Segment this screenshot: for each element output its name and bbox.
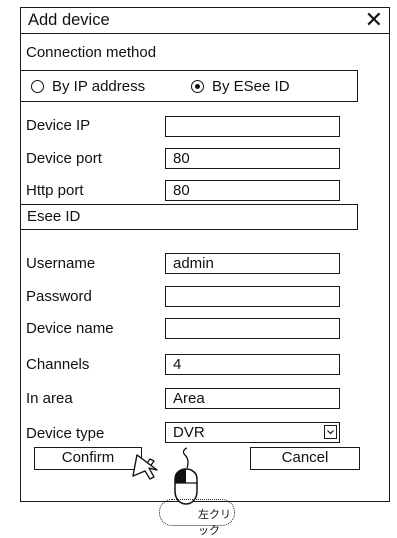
mouse-icon bbox=[174, 447, 198, 505]
cursor-arrow-icon bbox=[132, 454, 158, 480]
left-click-text: 左クリック bbox=[198, 508, 231, 537]
left-click-label: 左クリック bbox=[159, 499, 235, 537]
click-annotation bbox=[132, 447, 198, 505]
